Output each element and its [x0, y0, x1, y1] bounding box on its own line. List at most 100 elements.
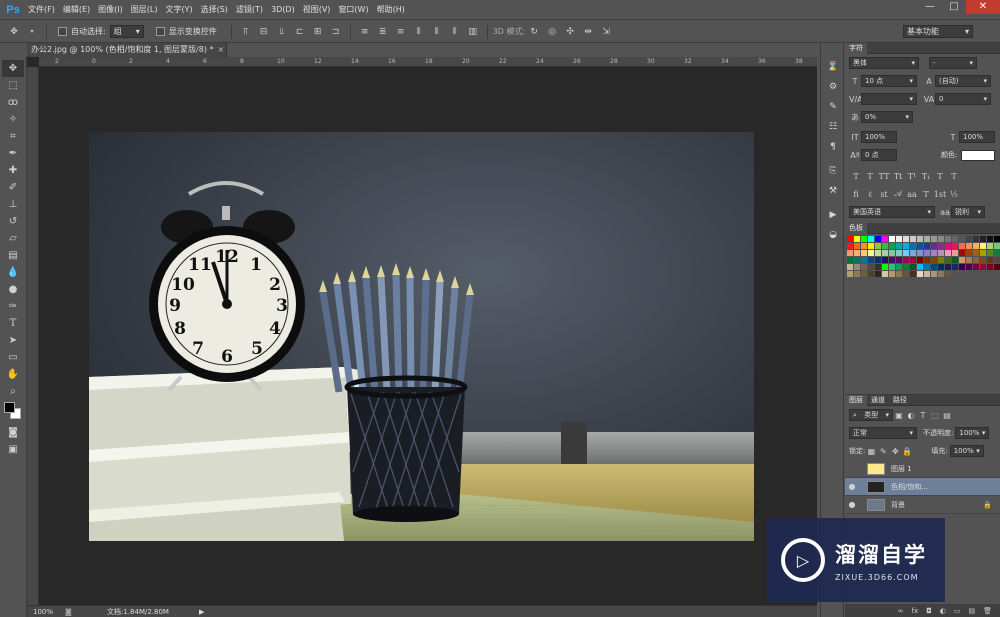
color-swatch[interactable]	[903, 236, 909, 242]
color-swatch[interactable]	[910, 271, 916, 277]
filter-shape-icon[interactable]: ⬚	[929, 411, 941, 420]
color-swatch[interactable]	[903, 257, 909, 263]
distribute-bottom-icon[interactable]: ≡	[395, 26, 407, 38]
color-swatch[interactable]	[896, 236, 902, 242]
blur-tool-icon[interactable]: 💧	[2, 264, 24, 281]
color-swatch[interactable]	[980, 243, 986, 249]
3d-pan-icon[interactable]: ✣	[564, 26, 576, 38]
menu-item-4[interactable]: 文字(Y)	[161, 0, 196, 20]
type-tool-icon[interactable]: T	[2, 315, 24, 332]
color-swatch[interactable]	[868, 264, 874, 270]
menu-item-10[interactable]: 帮助(H)	[373, 0, 409, 20]
color-swatch[interactable]	[924, 271, 930, 277]
color-swatch[interactable]	[896, 264, 902, 270]
color-swatch[interactable]	[847, 250, 853, 256]
status-menu-icon[interactable]: ▶	[199, 608, 204, 616]
ordinal-icon[interactable]: T	[919, 190, 933, 199]
color-swatch[interactable]	[896, 271, 902, 277]
color-swatch[interactable]	[980, 250, 986, 256]
color-swatch[interactable]	[875, 236, 881, 242]
color-swatch[interactable]	[847, 271, 853, 277]
color-swatch[interactable]	[966, 243, 972, 249]
layer-visibility-icon[interactable]: ●	[845, 482, 859, 491]
color-swatch[interactable]	[938, 264, 944, 270]
zoom-tool-icon[interactable]: ⌕	[2, 383, 24, 400]
layer-row[interactable]: ● 背景 🔒	[845, 496, 1000, 514]
swash-icon[interactable]: 𝒜	[891, 189, 905, 199]
color-swatch[interactable]	[910, 236, 916, 242]
menu-item-2[interactable]: 图像(I)	[94, 0, 127, 20]
color-swatch[interactable]	[861, 243, 867, 249]
color-swatch[interactable]	[994, 257, 1000, 263]
chevron-down-icon[interactable]: ▾	[26, 26, 38, 38]
eraser-tool-icon[interactable]: ▱	[2, 230, 24, 247]
screen-mode-icon[interactable]: ▣	[2, 441, 24, 458]
color-swatch[interactable]	[917, 243, 923, 249]
fill-field[interactable]: 100% ▾	[949, 445, 984, 457]
clone-stamp-tool-icon[interactable]: ⊥	[2, 196, 24, 213]
font-size-field[interactable]: 10 点 ▾	[861, 75, 917, 87]
layer-filter-select[interactable]: ⌕ 类型 ▾	[849, 409, 893, 421]
layer-footer-icon[interactable]: ▤	[968, 607, 975, 615]
filter-type-icon[interactable]: T	[917, 411, 929, 420]
color-swatch[interactable]	[868, 250, 874, 256]
color-swatch[interactable]	[847, 264, 853, 270]
color-swatch[interactable]	[994, 250, 1000, 256]
color-swatch[interactable]	[952, 250, 958, 256]
distribute-top-icon[interactable]: ≡	[359, 26, 371, 38]
color-swatch[interactable]	[854, 243, 860, 249]
lock-transparent-icon[interactable]: ▦	[865, 447, 877, 456]
color-swatch[interactable]	[980, 264, 986, 270]
pen-tool-icon[interactable]: ✑	[2, 298, 24, 315]
color-swatch[interactable]	[868, 257, 874, 263]
distribute-hcenter-icon[interactable]: ⦀	[431, 26, 443, 38]
color-swatch[interactable]	[938, 243, 944, 249]
layer-footer-icon[interactable]: ∞	[898, 607, 904, 615]
color-swatch[interactable]	[910, 243, 916, 249]
color-swatch[interactable]	[875, 243, 881, 249]
color-swatch[interactable]	[945, 271, 951, 277]
3d-scale-icon[interactable]: ⇲	[600, 26, 612, 38]
align-vcenter-icon[interactable]: ⊟	[258, 26, 270, 38]
color-swatch[interactable]	[994, 243, 1000, 249]
text-style-button[interactable]: T	[849, 172, 863, 181]
history-brush-tool-icon[interactable]: ↺	[2, 213, 24, 230]
color-swatch[interactable]	[987, 243, 993, 249]
color-swatch[interactable]	[896, 243, 902, 249]
layer-row[interactable]: ● 色相/饱和...	[845, 478, 1000, 496]
color-swatch[interactable]	[847, 257, 853, 263]
filter-pixel-icon[interactable]: ▣	[893, 411, 905, 420]
color-swatch[interactable]	[966, 264, 972, 270]
color-swatch[interactable]	[994, 236, 1000, 242]
color-swatch[interactable]	[980, 257, 986, 263]
color-swatch[interactable]	[868, 271, 874, 277]
tab-swatches[interactable]: 色板	[845, 222, 867, 234]
color-swatch[interactable]	[959, 236, 965, 242]
quick-mask-icon[interactable]: ◙	[2, 424, 24, 441]
color-swatch[interactable]	[910, 257, 916, 263]
color-swatch[interactable]	[854, 250, 860, 256]
opacity-field[interactable]: 100% ▾	[955, 427, 990, 439]
color-swatch[interactable]	[847, 236, 853, 242]
color-swatch[interactable]	[889, 250, 895, 256]
color-swatch[interactable]	[924, 264, 930, 270]
color-swatch[interactable]	[917, 271, 923, 277]
color-swatch[interactable]	[861, 257, 867, 263]
minimize-button[interactable]: —	[918, 0, 942, 14]
hand-tool-icon[interactable]: ✋	[2, 366, 24, 383]
quick-select-tool-icon[interactable]: ✧	[2, 111, 24, 128]
lasso-tool-icon[interactable]: ꝏ	[2, 94, 24, 111]
color-swatch[interactable]	[994, 264, 1000, 270]
document-tab[interactable]: 办公2.jpg @ 100% (色相/饱和度 1, 图层蒙版/8) * ×	[27, 43, 227, 57]
color-swatch[interactable]	[931, 264, 937, 270]
text-style-button[interactable]: T	[933, 172, 947, 181]
share-icon[interactable]: ◙	[65, 608, 77, 616]
tab-layers[interactable]: 图层	[845, 394, 867, 406]
color-swatch[interactable]	[987, 257, 993, 263]
color-swatch[interactable]	[987, 236, 993, 242]
ruler-horizontal[interactable]: 2 0 2 4 6 8 10 12 14 16 18 20 22 24 26 28 30 32 34 36 38	[39, 57, 817, 67]
color-swatch[interactable]	[889, 271, 895, 277]
text-style-button[interactable]: Tt	[891, 172, 905, 181]
lock-pixels-icon[interactable]: ✎	[877, 447, 889, 456]
anti-alias-select[interactable]: 锐利 ▾	[951, 206, 985, 218]
